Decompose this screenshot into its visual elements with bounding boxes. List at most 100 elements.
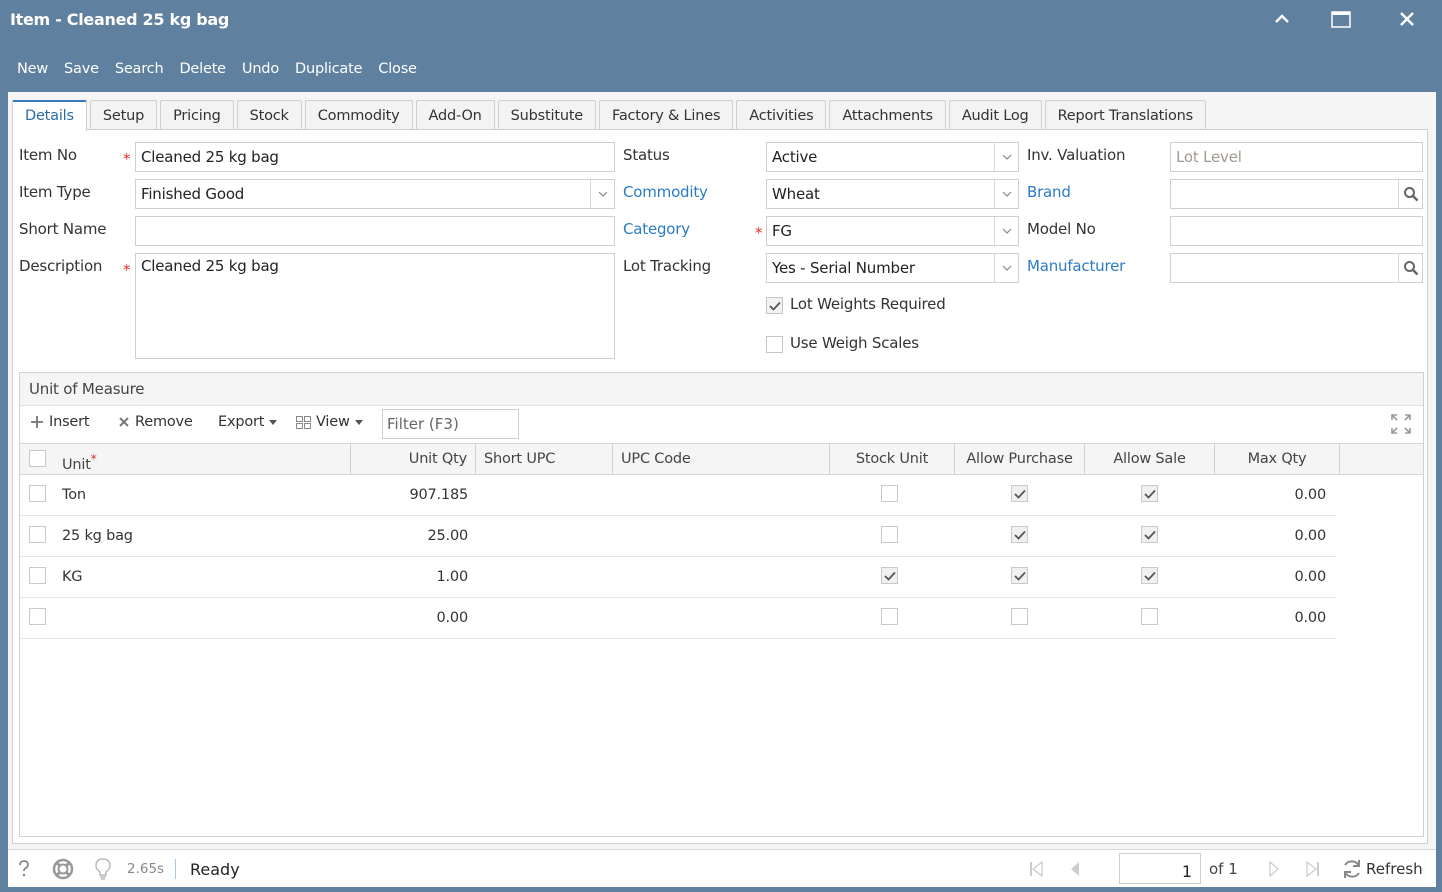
short-upc-cell[interactable] (476, 475, 613, 515)
first-page-button[interactable] (1021, 854, 1051, 884)
column-header-allow-sale[interactable]: Allow Sale (1085, 444, 1215, 475)
export-menu-button[interactable]: Export (218, 414, 278, 430)
allow-purchase-checkbox[interactable] (1011, 567, 1028, 584)
close-button[interactable]: Close (370, 58, 425, 86)
unit-qty-cell[interactable]: 907.185 (351, 475, 476, 515)
uom-table-row[interactable]: 25 kg bag 25.00 0.00 (20, 516, 1336, 557)
column-header-stock-unit[interactable]: Stock Unit (830, 444, 955, 475)
commodity-select[interactable]: Wheat (766, 179, 1019, 209)
refresh-button[interactable]: Refresh (1341, 850, 1423, 888)
tab-setup[interactable]: Setup (89, 100, 158, 130)
unit-qty-cell[interactable]: 25.00 (351, 516, 476, 556)
select-all-checkbox[interactable] (29, 450, 46, 467)
max-qty-cell[interactable]: 0.00 (1215, 475, 1334, 515)
column-header-unit-qty[interactable]: Unit Qty (351, 444, 476, 475)
unit-cell[interactable]: 25 kg bag (54, 516, 351, 556)
tab-substitute[interactable]: Substitute (497, 100, 597, 130)
row-select-checkbox[interactable] (29, 526, 46, 543)
model-no-input[interactable] (1170, 216, 1423, 246)
upc-code-cell[interactable] (613, 475, 830, 515)
tab-attachments[interactable]: Attachments (829, 100, 946, 130)
brand-input[interactable] (1170, 179, 1423, 209)
item-no-input[interactable]: Cleaned 25 kg bag (135, 142, 615, 172)
description-textarea[interactable]: Cleaned 25 kg bag (135, 253, 615, 359)
tips-button[interactable] (95, 850, 111, 888)
allow-sale-checkbox[interactable] (1141, 567, 1158, 584)
allow-purchase-checkbox[interactable] (1011, 485, 1028, 502)
lot-tracking-dropdown-button[interactable] (994, 254, 1018, 282)
status-select[interactable]: Active (766, 142, 1019, 172)
short-name-input[interactable] (135, 216, 615, 246)
duplicate-button[interactable]: Duplicate (287, 58, 370, 86)
lot-tracking-select[interactable]: Yes - Serial Number (766, 253, 1019, 283)
tab-commodity[interactable]: Commodity (304, 100, 413, 130)
column-header-unit[interactable]: Unit* (54, 444, 351, 475)
column-header-allow-purchase[interactable]: Allow Purchase (955, 444, 1085, 475)
upc-code-cell[interactable] (613, 557, 830, 597)
inv-valuation-input[interactable]: Lot Level (1170, 142, 1423, 172)
brand-search-button[interactable] (1398, 180, 1422, 208)
support-button[interactable] (52, 850, 74, 888)
tab-audit-log[interactable]: Audit Log (948, 100, 1042, 130)
previous-page-button[interactable] (1060, 854, 1090, 884)
expand-grid-button[interactable] (1391, 414, 1411, 438)
upc-code-cell[interactable] (613, 598, 830, 638)
brand-link-label[interactable]: Brand (1027, 183, 1071, 201)
lot-weights-required-label[interactable]: Lot Weights Required (790, 295, 946, 313)
short-upc-cell[interactable] (476, 598, 613, 638)
category-link-label[interactable]: Category (623, 220, 690, 238)
stock-unit-checkbox[interactable] (881, 608, 898, 625)
help-button[interactable] (18, 850, 30, 888)
tab-factory-lines[interactable]: Factory & Lines (599, 100, 734, 130)
new-button[interactable]: New (0, 58, 56, 86)
delete-button[interactable]: Delete (171, 58, 233, 86)
max-qty-cell[interactable]: 0.00 (1215, 516, 1334, 556)
undo-button[interactable]: Undo (234, 58, 287, 86)
allow-sale-checkbox[interactable] (1141, 485, 1158, 502)
short-upc-cell[interactable] (476, 557, 613, 597)
stock-unit-checkbox[interactable] (881, 567, 898, 584)
save-button[interactable]: Save (56, 58, 107, 86)
unit-cell[interactable]: Ton (54, 475, 351, 515)
max-qty-cell[interactable]: 0.00 (1215, 598, 1334, 638)
view-menu-button[interactable]: View (296, 414, 363, 430)
uom-table-row[interactable]: 0.00 0.00 (20, 598, 1336, 639)
status-dropdown-button[interactable] (994, 143, 1018, 171)
upc-code-cell[interactable] (613, 516, 830, 556)
item-type-dropdown-button[interactable] (590, 180, 614, 208)
row-select-checkbox[interactable] (29, 485, 46, 502)
manufacturer-link-label[interactable]: Manufacturer (1027, 257, 1125, 275)
commodity-link-label[interactable]: Commodity (623, 183, 708, 201)
category-select[interactable]: FG (766, 216, 1019, 246)
max-qty-cell[interactable]: 0.00 (1215, 557, 1334, 597)
unit-cell[interactable]: KG (54, 557, 351, 597)
allow-sale-checkbox[interactable] (1141, 526, 1158, 543)
close-window-button[interactable] (1392, 6, 1422, 32)
column-header-upc-code[interactable]: UPC Code (613, 444, 830, 475)
tab-activities[interactable]: Activities (736, 100, 827, 130)
search-button[interactable]: Search (107, 58, 172, 86)
row-select-checkbox[interactable] (29, 608, 46, 625)
row-select-checkbox[interactable] (29, 567, 46, 584)
short-upc-cell[interactable] (476, 516, 613, 556)
tab-stock[interactable]: Stock (236, 100, 302, 130)
use-weigh-scales-checkbox[interactable] (766, 336, 783, 353)
use-weigh-scales-label[interactable]: Use Weigh Scales (790, 334, 919, 352)
tab-add-on[interactable]: Add-On (415, 100, 495, 130)
stock-unit-checkbox[interactable] (881, 526, 898, 543)
manufacturer-search-button[interactable] (1398, 254, 1422, 282)
next-page-button[interactable] (1259, 854, 1289, 884)
uom-table-row[interactable]: Ton 907.185 0.00 (20, 475, 1336, 516)
grid-filter-input[interactable]: Filter (F3) (382, 409, 519, 439)
insert-row-button[interactable]: Insert (30, 414, 90, 430)
column-header-short-upc[interactable]: Short UPC (476, 444, 613, 475)
lot-weights-required-checkbox[interactable] (766, 297, 783, 314)
unit-cell[interactable] (54, 598, 351, 638)
unit-qty-cell[interactable]: 0.00 (351, 598, 476, 638)
remove-row-button[interactable]: Remove (118, 414, 193, 430)
maximize-button[interactable] (1326, 6, 1356, 32)
page-number-input[interactable]: 1 (1119, 853, 1201, 884)
item-type-select[interactable]: Finished Good (135, 179, 615, 209)
allow-sale-checkbox[interactable] (1141, 608, 1158, 625)
column-header-max-qty[interactable]: Max Qty (1215, 444, 1340, 475)
